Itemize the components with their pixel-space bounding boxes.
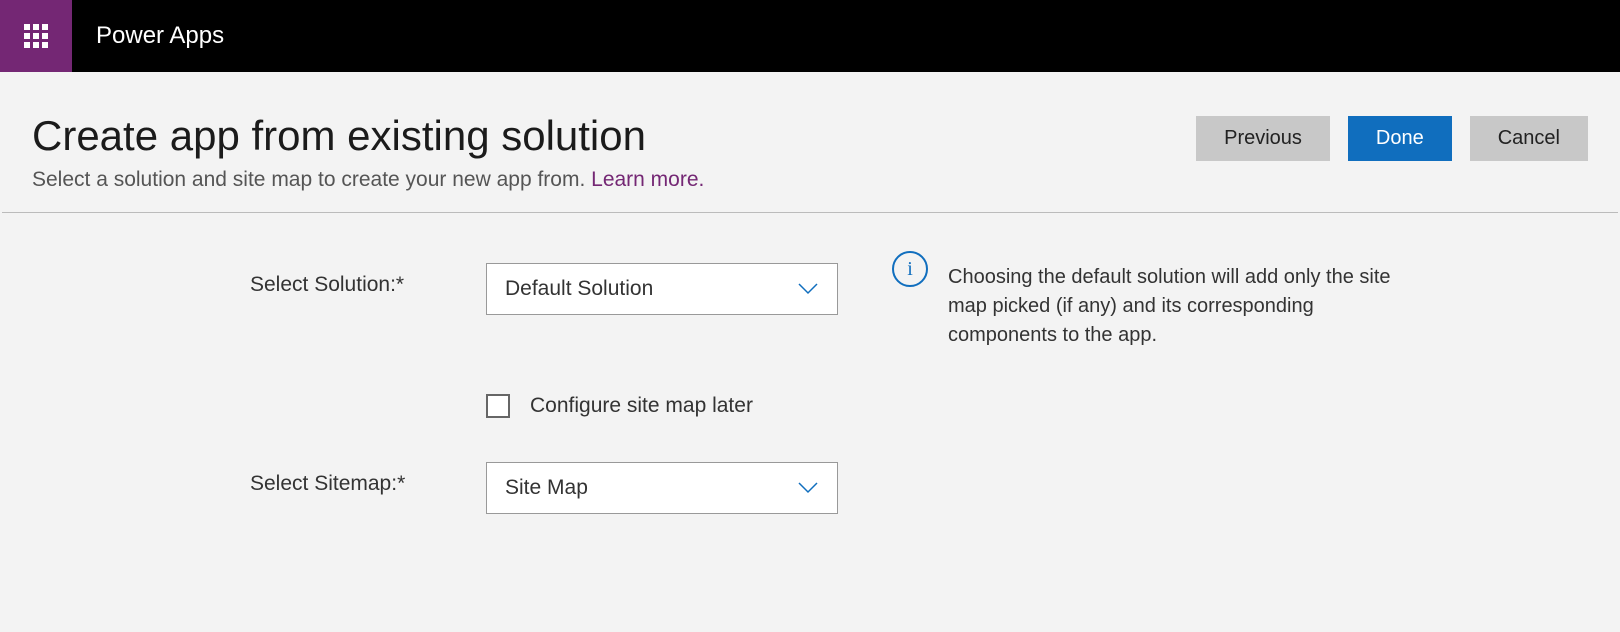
learn-more-link[interactable]: Learn more. <box>591 168 704 191</box>
configure-later-label: Configure site map later <box>530 394 753 418</box>
page-header: Create app from existing solution Select… <box>2 72 1618 213</box>
app-launcher-button[interactable] <box>0 0 72 72</box>
page-title: Create app from existing solution <box>32 112 704 160</box>
sitemap-select-value: Site Map <box>505 476 588 500</box>
info-block: i Choosing the default solution will add… <box>892 263 1392 350</box>
form-area: Select Solution:* Default Solution i Cho… <box>0 213 1620 514</box>
sitemap-select[interactable]: Site Map <box>486 462 838 514</box>
solution-label: Select Solution:* <box>250 263 486 297</box>
page-subtitle: Select a solution and site map to create… <box>32 168 704 192</box>
app-title: Power Apps <box>72 22 224 50</box>
chevron-down-icon <box>797 278 819 300</box>
cancel-button[interactable]: Cancel <box>1470 116 1588 161</box>
waffle-icon <box>24 24 48 48</box>
solution-select[interactable]: Default Solution <box>486 263 838 315</box>
title-block: Create app from existing solution Select… <box>32 112 704 192</box>
previous-button[interactable]: Previous <box>1196 116 1330 161</box>
chevron-down-icon <box>797 477 819 499</box>
solution-select-value: Default Solution <box>505 277 653 301</box>
configure-later-checkbox[interactable] <box>486 394 510 418</box>
done-button[interactable]: Done <box>1348 116 1452 161</box>
subtitle-text: Select a solution and site map to create… <box>32 168 591 191</box>
info-text: Choosing the default solution will add o… <box>948 263 1392 350</box>
sitemap-row: Select Sitemap:* Site Map <box>250 462 1590 514</box>
top-bar: Power Apps <box>0 0 1620 72</box>
solution-row: Select Solution:* Default Solution i Cho… <box>250 263 1590 350</box>
action-buttons: Previous Done Cancel <box>1196 112 1588 161</box>
sitemap-label: Select Sitemap:* <box>250 462 486 496</box>
info-icon: i <box>892 251 928 287</box>
configure-later-row: Configure site map later <box>486 394 1590 418</box>
